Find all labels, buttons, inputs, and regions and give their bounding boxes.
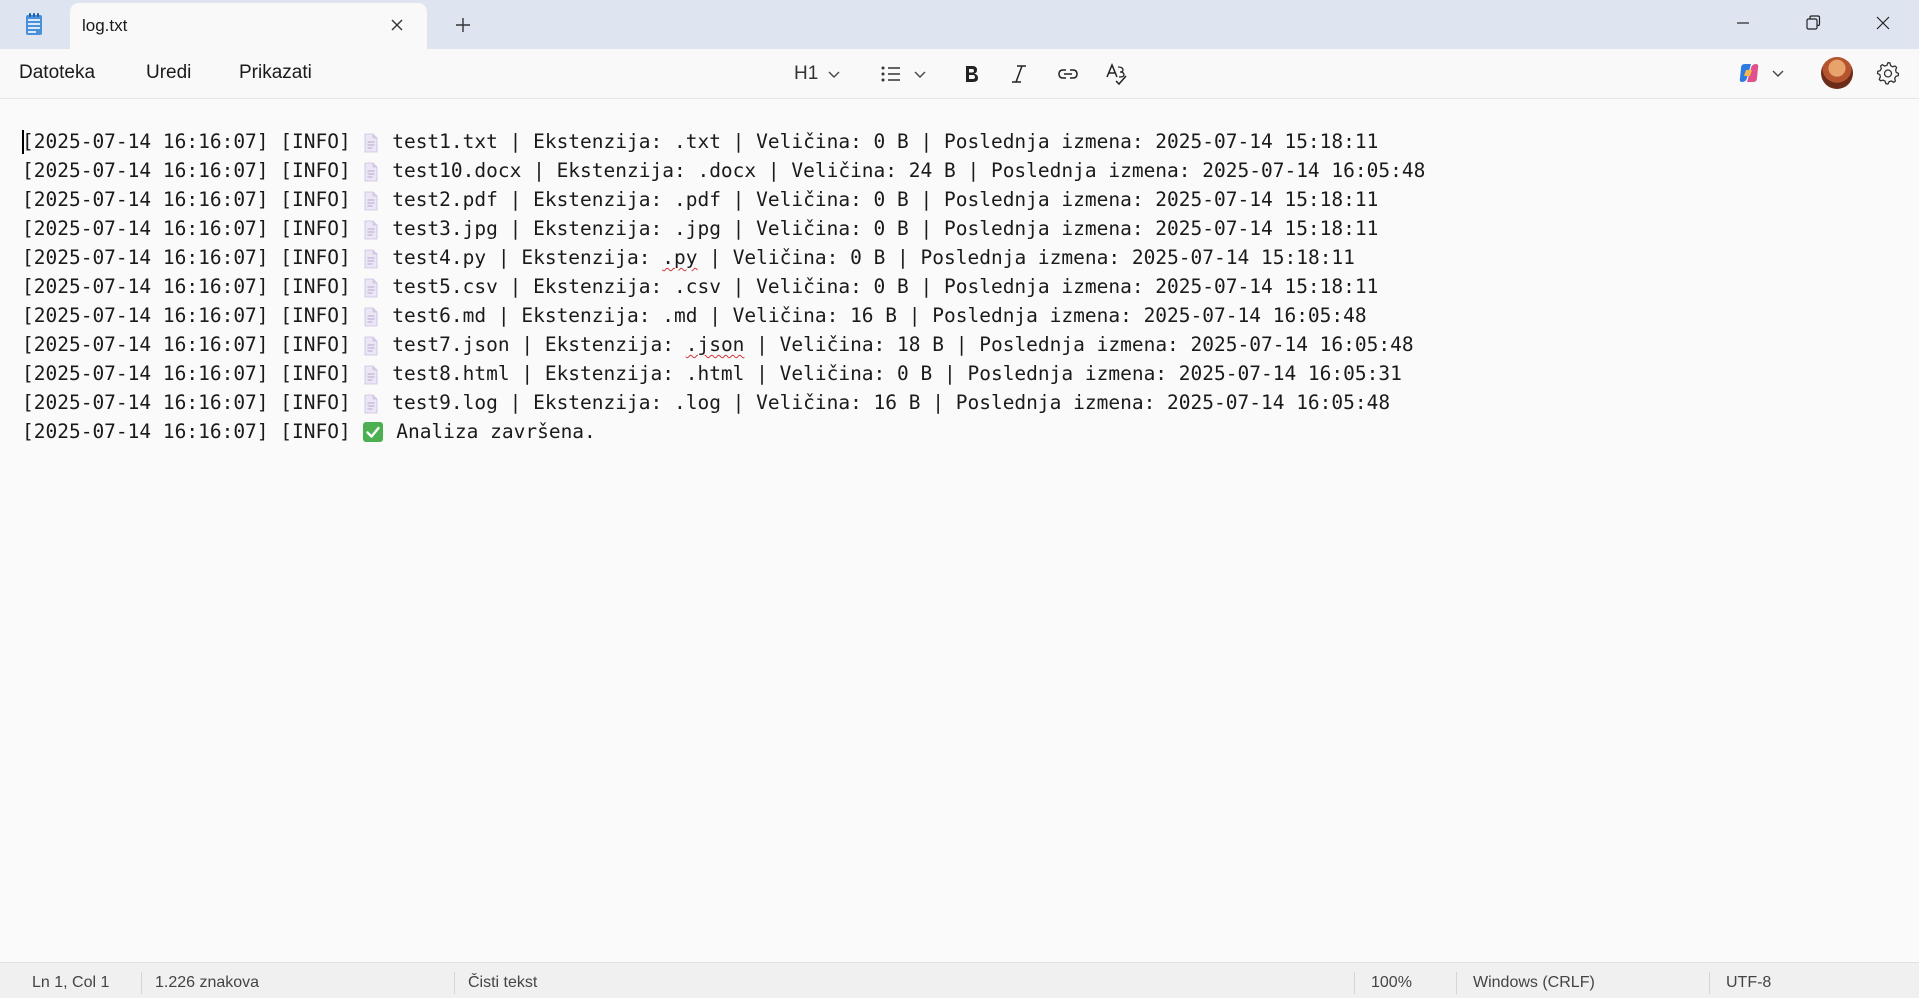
log-line[interactable]: [2025-07-14 16:16:07] [INFO] Analiza zav…: [22, 417, 1425, 446]
notepad-window: log.txt Datoteka Uredi Prikazati H1 [202…: [0, 0, 1919, 998]
link-icon[interactable]: [1055, 61, 1081, 87]
log-line[interactable]: [2025-07-14 16:16:07] [INFO] test5.csv |…: [22, 272, 1425, 301]
status-divider: [141, 972, 142, 994]
log-text: Analiza završena.: [384, 420, 596, 443]
list-dropdown[interactable]: [878, 61, 928, 87]
log-prefix: [2025-07-14 16:16:07] [INFO]: [22, 420, 363, 443]
document-icon: [363, 161, 379, 181]
status-divider: [1709, 972, 1710, 994]
cursor-position: Ln 1, Col 1: [32, 974, 110, 991]
log-text: | Veličina: 0 B | Poslednja izmena: 2025…: [697, 246, 1355, 269]
log-prefix: [2025-07-14 16:16:07] [INFO]: [22, 333, 363, 356]
document-icon: [363, 277, 379, 297]
copilot-dropdown[interactable]: [1736, 60, 1786, 86]
log-prefix: [2025-07-14 16:16:07] [INFO]: [22, 159, 363, 182]
heading-dropdown[interactable]: H1: [794, 61, 842, 87]
status-divider: [454, 972, 455, 994]
document-icon: [363, 132, 379, 152]
close-tab-icon[interactable]: [387, 15, 407, 35]
document-icon: [363, 190, 379, 210]
menu-edit[interactable]: Uredi: [146, 62, 191, 84]
gear-icon[interactable]: [1875, 60, 1901, 86]
menu-toolbar: Datoteka Uredi Prikazati H1: [0, 49, 1919, 99]
tab-log-txt[interactable]: log.txt: [70, 3, 427, 49]
log-line[interactable]: [2025-07-14 16:16:07] [INFO] test8.html …: [22, 359, 1425, 388]
editor-content[interactable]: [2025-07-14 16:16:07] [INFO] test1.txt |…: [22, 127, 1425, 446]
status-bar: Ln 1, Col 1 1.226 znakova Čisti tekst 10…: [0, 962, 1919, 998]
character-count: 1.226 znakova: [155, 974, 260, 991]
document-icon: [363, 393, 379, 413]
log-line[interactable]: [2025-07-14 16:16:07] [INFO] test2.pdf |…: [22, 185, 1425, 214]
log-prefix: [2025-07-14 16:16:07] [INFO]: [22, 275, 363, 298]
bullet-list-icon: [881, 66, 900, 82]
status-divider: [1354, 972, 1355, 994]
log-prefix: [2025-07-14 16:16:07] [INFO]: [22, 362, 363, 385]
log-text: test10.docx | Ekstenzija: .docx | Veliči…: [380, 159, 1426, 182]
log-text: test3.jpg | Ekstenzija: .jpg | Veličina:…: [380, 217, 1379, 240]
log-text: test1.txt | Ekstenzija: .txt | Veličina:…: [380, 130, 1379, 153]
document-icon: [363, 306, 379, 326]
log-line[interactable]: [2025-07-14 16:16:07] [INFO] test6.md | …: [22, 301, 1425, 330]
document-icon: [363, 248, 379, 268]
log-line[interactable]: [2025-07-14 16:16:07] [INFO] test9.log |…: [22, 388, 1425, 417]
document-icon: [363, 219, 379, 239]
log-text: | Veličina: 18 B | Poslednja izmena: 202…: [744, 333, 1414, 356]
tab-title: log.txt: [82, 16, 128, 35]
chevron-down-icon: [914, 71, 926, 78]
bold-icon[interactable]: [958, 61, 984, 87]
log-line[interactable]: [2025-07-14 16:16:07] [INFO] test7.json …: [22, 330, 1425, 359]
line-ending[interactable]: Windows (CRLF): [1473, 974, 1595, 992]
text-format[interactable]: Čisti tekst: [468, 974, 537, 992]
heading-label: H1: [794, 63, 819, 84]
log-line[interactable]: [2025-07-14 16:16:07] [INFO] test1.txt |…: [22, 127, 1425, 156]
log-line[interactable]: [2025-07-14 16:16:07] [INFO] test4.py | …: [22, 243, 1425, 272]
log-prefix: [2025-07-14 16:16:07] [INFO]: [22, 391, 363, 414]
log-text: test4.py | Ekstenzija:: [380, 246, 663, 269]
document-icon: [363, 335, 379, 355]
restore-icon[interactable]: [1798, 8, 1828, 38]
minimize-icon[interactable]: [1728, 8, 1758, 38]
close-window-icon[interactable]: [1868, 8, 1898, 38]
log-prefix: [2025-07-14 16:16:07] [INFO]: [22, 188, 363, 211]
document-icon: [363, 364, 379, 384]
log-prefix: [2025-07-14 16:16:07] [INFO]: [22, 217, 363, 240]
zoom-level[interactable]: 100%: [1371, 974, 1412, 992]
log-text: test9.log | Ekstenzija: .log | Veličina:…: [380, 391, 1391, 414]
log-text: test7.json | Ekstenzija:: [380, 333, 686, 356]
log-line[interactable]: [2025-07-14 16:16:07] [INFO] test10.docx…: [22, 156, 1425, 185]
notepad-app-icon: [26, 13, 42, 35]
encoding[interactable]: UTF-8: [1726, 974, 1771, 992]
spelling-error-text[interactable]: .json: [686, 330, 745, 359]
log-prefix: [2025-07-14 16:16:07] [INFO]: [22, 130, 363, 153]
log-text: test8.html | Ekstenzija: .html | Veličin…: [380, 362, 1402, 385]
menu-view[interactable]: Prikazati: [239, 62, 312, 84]
check-mark-icon: [362, 421, 384, 443]
spelling-error-text[interactable]: .py: [662, 243, 697, 272]
menu-file[interactable]: Datoteka: [19, 62, 95, 84]
status-divider: [1456, 972, 1457, 994]
chevron-down-icon: [1772, 70, 1784, 77]
log-line[interactable]: [2025-07-14 16:16:07] [INFO] test3.jpg |…: [22, 214, 1425, 243]
chevron-down-icon: [828, 71, 840, 78]
title-bar: log.txt: [0, 0, 1919, 49]
copilot-icon: [1739, 64, 1759, 82]
user-avatar[interactable]: [1821, 57, 1853, 89]
log-text: test6.md | Ekstenzija: .md | Veličina: 1…: [380, 304, 1367, 327]
italic-icon[interactable]: [1006, 61, 1032, 87]
log-text: test2.pdf | Ekstenzija: .pdf | Veličina:…: [380, 188, 1379, 211]
log-prefix: [2025-07-14 16:16:07] [INFO]: [22, 246, 363, 269]
new-tab-icon[interactable]: [452, 14, 474, 36]
log-prefix: [2025-07-14 16:16:07] [INFO]: [22, 304, 363, 327]
spellcheck-icon[interactable]: [1104, 61, 1130, 87]
log-text: test5.csv | Ekstenzija: .csv | Veličina:…: [380, 275, 1379, 298]
text-editor[interactable]: [2025-07-14 16:16:07] [INFO] test1.txt |…: [0, 99, 1919, 962]
